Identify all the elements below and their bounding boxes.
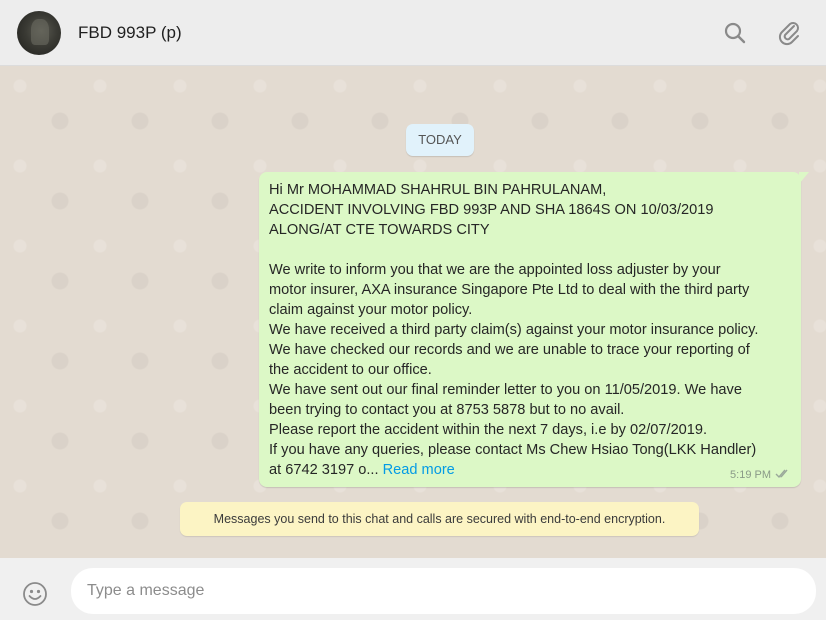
compose-bar bbox=[0, 558, 826, 620]
double-check-icon bbox=[775, 468, 791, 482]
message-input[interactable] bbox=[71, 568, 816, 614]
emoji-icon[interactable] bbox=[22, 581, 48, 607]
bubble-tail bbox=[799, 172, 809, 184]
chat-area[interactable]: TODAY Hi Mr MOHAMMAD SHAHRUL BIN PAHRULA… bbox=[0, 66, 826, 558]
message-text: Hi Mr MOHAMMAD SHAHRUL BIN PAHRULANAM, A… bbox=[269, 180, 791, 480]
message-time: 5:19 PM bbox=[730, 469, 771, 481]
message-body: Hi Mr MOHAMMAD SHAHRUL BIN PAHRULANAM, A… bbox=[269, 182, 759, 478]
contact-name[interactable]: FBD 993P (p) bbox=[78, 23, 182, 43]
paperclip-icon[interactable] bbox=[776, 20, 802, 46]
date-chip: TODAY bbox=[406, 124, 474, 156]
read-more-link[interactable]: Read more bbox=[383, 462, 455, 478]
message-meta: 5:19 PM bbox=[730, 468, 791, 482]
search-icon[interactable] bbox=[722, 20, 748, 46]
chat-header: FBD 993P (p) bbox=[0, 0, 826, 66]
avatar[interactable] bbox=[17, 11, 61, 55]
outgoing-message[interactable]: Hi Mr MOHAMMAD SHAHRUL BIN PAHRULANAM, A… bbox=[259, 172, 809, 487]
encryption-notice[interactable]: Messages you send to this chat and calls… bbox=[180, 502, 699, 536]
